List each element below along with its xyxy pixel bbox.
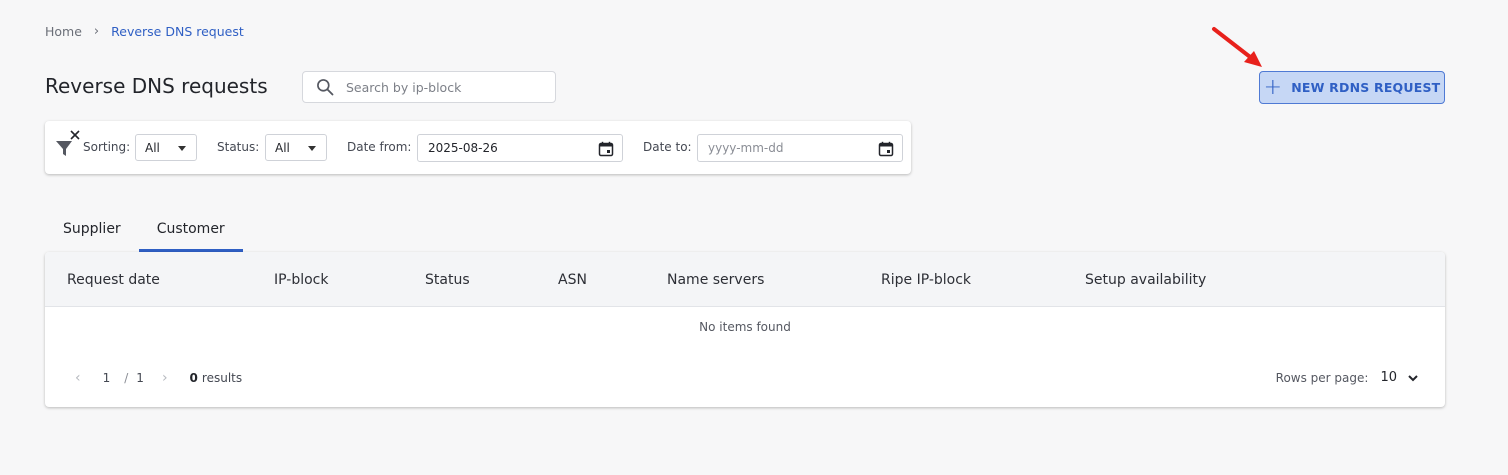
sorting-select[interactable]: All	[135, 134, 197, 161]
column-ip-block[interactable]: IP-block	[274, 272, 328, 288]
total-pages: 1	[136, 371, 144, 385]
breadcrumb-current[interactable]: Reverse DNS request	[111, 24, 244, 39]
next-page-icon[interactable]: ›	[162, 370, 168, 386]
column-status[interactable]: Status	[425, 272, 470, 288]
column-request-date[interactable]: Request date	[67, 272, 160, 288]
prev-page-icon[interactable]: ‹	[75, 370, 81, 386]
results-label: results	[201, 371, 243, 385]
search-box[interactable]	[302, 71, 556, 103]
pagination: ‹ 1 / 1 › 0 results	[75, 370, 242, 386]
status-select[interactable]: All	[265, 134, 327, 161]
tab-customer[interactable]: Customer	[138, 214, 243, 252]
date-to-placeholder: yyyy-mm-dd	[708, 141, 784, 155]
column-ripe-ip-block[interactable]: Ripe IP-block	[881, 272, 971, 288]
column-setup-availability[interactable]: Setup availability	[1085, 272, 1206, 288]
calendar-icon[interactable]	[598, 141, 614, 157]
sorting-label: Sorting:	[83, 140, 131, 154]
breadcrumb-home[interactable]: Home	[45, 24, 82, 39]
results-count: 0	[189, 371, 198, 385]
new-rdns-request-button[interactable]: + NEW RDNS REQUEST	[1259, 71, 1445, 104]
empty-message: No items found	[699, 320, 791, 334]
date-from-field[interactable]: 2025-08-26	[417, 134, 623, 162]
filter-bar: Sorting: All Status: All Date from: 2025…	[45, 121, 911, 174]
rows-per-page-value[interactable]: 10	[1380, 370, 1397, 385]
search-input[interactable]	[346, 79, 546, 95]
status-label: Status:	[217, 140, 260, 154]
breadcrumb-separator: ›	[93, 24, 100, 39]
rows-per-page: Rows per page: 10	[1276, 370, 1419, 385]
column-asn[interactable]: ASN	[558, 272, 587, 288]
date-from-label: Date from:	[347, 140, 412, 154]
annotation-arrow-icon	[1212, 27, 1262, 67]
requests-table: Request date IP-block Status ASN Name se…	[45, 252, 1445, 407]
breadcrumb: Home › Reverse DNS request	[45, 24, 244, 39]
sorting-value: All	[145, 140, 160, 155]
clear-filter-icon[interactable]	[54, 129, 82, 159]
tab-bar: Supplier Customer	[45, 214, 243, 252]
calendar-icon[interactable]	[878, 141, 894, 157]
current-page: 1	[102, 371, 111, 385]
column-name-servers[interactable]: Name servers	[667, 272, 764, 288]
page-title: Reverse DNS requests	[45, 74, 268, 98]
date-to-label: Date to:	[643, 140, 692, 154]
date-from-value: 2025-08-26	[428, 141, 498, 155]
tab-supplier[interactable]: Supplier	[45, 214, 139, 252]
plus-icon: +	[1263, 74, 1283, 100]
new-rdns-request-label: NEW RDNS REQUEST	[1291, 80, 1441, 95]
page-separator: /	[124, 371, 129, 385]
date-to-field[interactable]: yyyy-mm-dd	[697, 134, 903, 162]
chevron-down-icon	[178, 146, 186, 151]
chevron-down-icon	[308, 146, 316, 151]
table-header: Request date IP-block Status ASN Name se…	[45, 252, 1445, 307]
status-value: All	[275, 140, 290, 155]
search-icon	[317, 79, 334, 96]
chevron-down-icon[interactable]	[1407, 372, 1419, 384]
rows-per-page-label: Rows per page:	[1275, 370, 1369, 385]
